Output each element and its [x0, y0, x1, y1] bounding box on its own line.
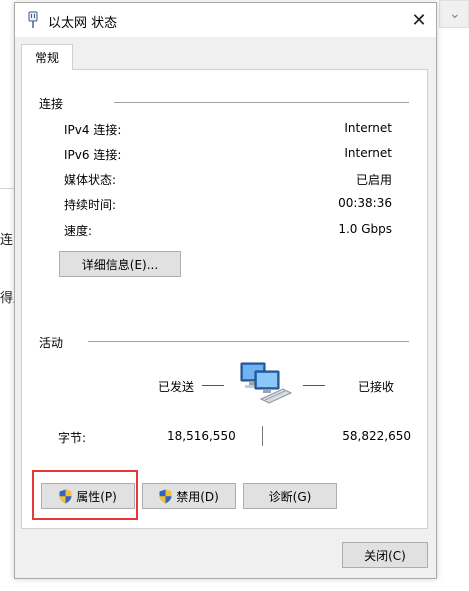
background-divider [0, 188, 14, 189]
network-adapter-icon [28, 11, 38, 28]
activity-section-label: 活动 [39, 336, 64, 350]
uac-shield-icon [159, 489, 172, 503]
activity-divider [88, 341, 409, 342]
ipv4-value: Internet [344, 121, 392, 135]
details-button-label: 详细信息(E)... [81, 257, 159, 272]
sent-dash [202, 385, 224, 386]
media-state-label: 媒体状态: [64, 173, 117, 187]
speed-value: 1.0 Gbps [338, 222, 392, 236]
received-label: 已接收 [358, 380, 395, 394]
ipv6-label: IPv6 连接: [64, 148, 122, 162]
title-bar: 以太网 状态 ✕ [15, 3, 436, 37]
sent-label: 已发送 [158, 380, 195, 394]
media-state-value: 已启用 [355, 173, 392, 187]
close-button-label: 关闭(C) [364, 548, 406, 563]
background-dropdown-button[interactable]: ⌄ [439, 0, 469, 28]
speed-label: 速度: [64, 224, 93, 238]
close-window-button[interactable]: ✕ [406, 7, 432, 33]
connection-section-label: 连接 [39, 97, 64, 111]
diagnose-button-label: 诊断(G) [268, 489, 312, 504]
background-text-fragment: 连 [0, 233, 14, 248]
dialog-title: 以太网 状态 [48, 16, 118, 31]
bytes-separator [262, 426, 263, 446]
general-tab-panel: 连接 IPv4 连接: Internet IPv6 连接: Internet 媒… [21, 69, 428, 529]
ipv6-value: Internet [344, 146, 392, 160]
chevron-down-icon: ⌄ [449, 6, 461, 22]
details-button[interactable]: 详细信息(E)... [59, 251, 181, 277]
received-dash [303, 385, 325, 386]
close-icon: ✕ [411, 9, 427, 31]
tab-general-label: 常规 [34, 51, 59, 65]
connection-divider [114, 102, 409, 103]
ipv4-label: IPv4 连接: [64, 123, 122, 137]
duration-label: 持续时间: [64, 198, 117, 212]
close-button[interactable]: 关闭(C) [342, 542, 428, 568]
network-computers-icon [240, 362, 293, 404]
bytes-label: 字节: [58, 431, 87, 445]
bytes-received-value: 58,822,650 [342, 429, 411, 443]
disable-button-label: 禁用(D) [176, 489, 219, 504]
properties-highlight-box [32, 470, 138, 520]
bytes-sent-value: 18,516,550 [167, 429, 236, 443]
diagnose-button[interactable]: 诊断(G) [243, 483, 337, 509]
disable-button[interactable]: 禁用(D) [142, 483, 236, 509]
tab-general[interactable]: 常规 [21, 44, 73, 70]
duration-value: 00:38:36 [338, 196, 392, 210]
